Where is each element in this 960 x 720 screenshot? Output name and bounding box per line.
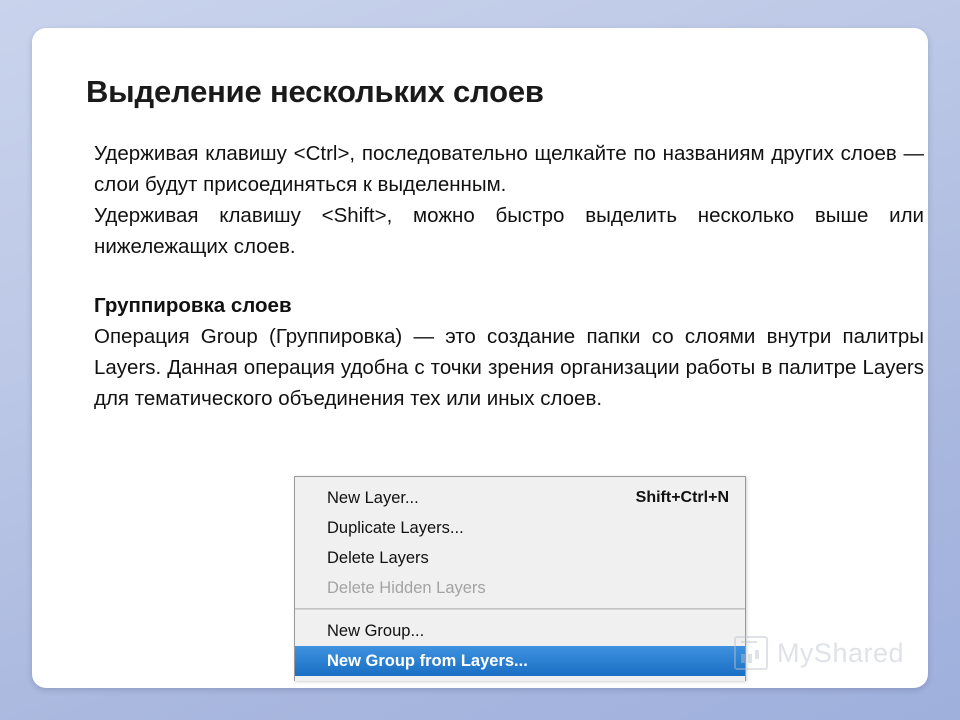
paragraph-heading-grouping: Группировка слоев <box>94 294 292 317</box>
menu-item-new-layer[interactable]: New Layer... Shift+Ctrl+N <box>295 483 745 513</box>
menu-item-new-group-from-layers[interactable]: New Group from Layers... <box>295 646 745 676</box>
menu-item-shortcut: Shift+Ctrl+N <box>635 489 729 506</box>
menu-item-new-group[interactable]: New Group... <box>295 616 745 646</box>
slide-body: Удерживая клавишу <Ctrl>, последовательн… <box>94 138 924 414</box>
paragraph-1: Удерживая клавишу <Ctrl>, последовательн… <box>94 142 924 196</box>
context-menu[interactable]: New Layer... Shift+Ctrl+N Duplicate Laye… <box>294 476 746 681</box>
paragraph-4: Операция Group (Группировка) — это созда… <box>94 325 924 410</box>
watermark: MyShared <box>733 636 904 670</box>
menu-item-label: Delete Layers <box>327 549 429 567</box>
slide-card: Выделение нескольких слоев Удерживая кла… <box>32 28 928 688</box>
menu-item-label: New Group... <box>327 622 425 640</box>
menu-item-label: New Group from Layers... <box>327 652 528 670</box>
menu-item-delete-layers[interactable]: Delete Layers <box>295 543 745 573</box>
watermark-label: MyShared <box>776 637 904 668</box>
page-title: Выделение нескольких слоев <box>86 74 544 109</box>
context-menu-group-2: New Group... New Group from Layers... <box>295 610 745 681</box>
menu-item-delete-hidden-layers: Delete Hidden Layers <box>295 573 745 603</box>
menu-item-label: Duplicate Layers... <box>327 519 464 537</box>
myshared-logo-icon <box>733 636 768 670</box>
menu-item-label: New Layer... <box>327 489 419 507</box>
context-menu-group-1: New Layer... Shift+Ctrl+N Duplicate Laye… <box>295 477 745 608</box>
paragraph-2: Удерживая клавишу <Shift>, можно быстро … <box>94 204 924 258</box>
menu-item-duplicate-layers[interactable]: Duplicate Layers... <box>295 513 745 543</box>
menu-item-label: Delete Hidden Layers <box>327 579 486 597</box>
